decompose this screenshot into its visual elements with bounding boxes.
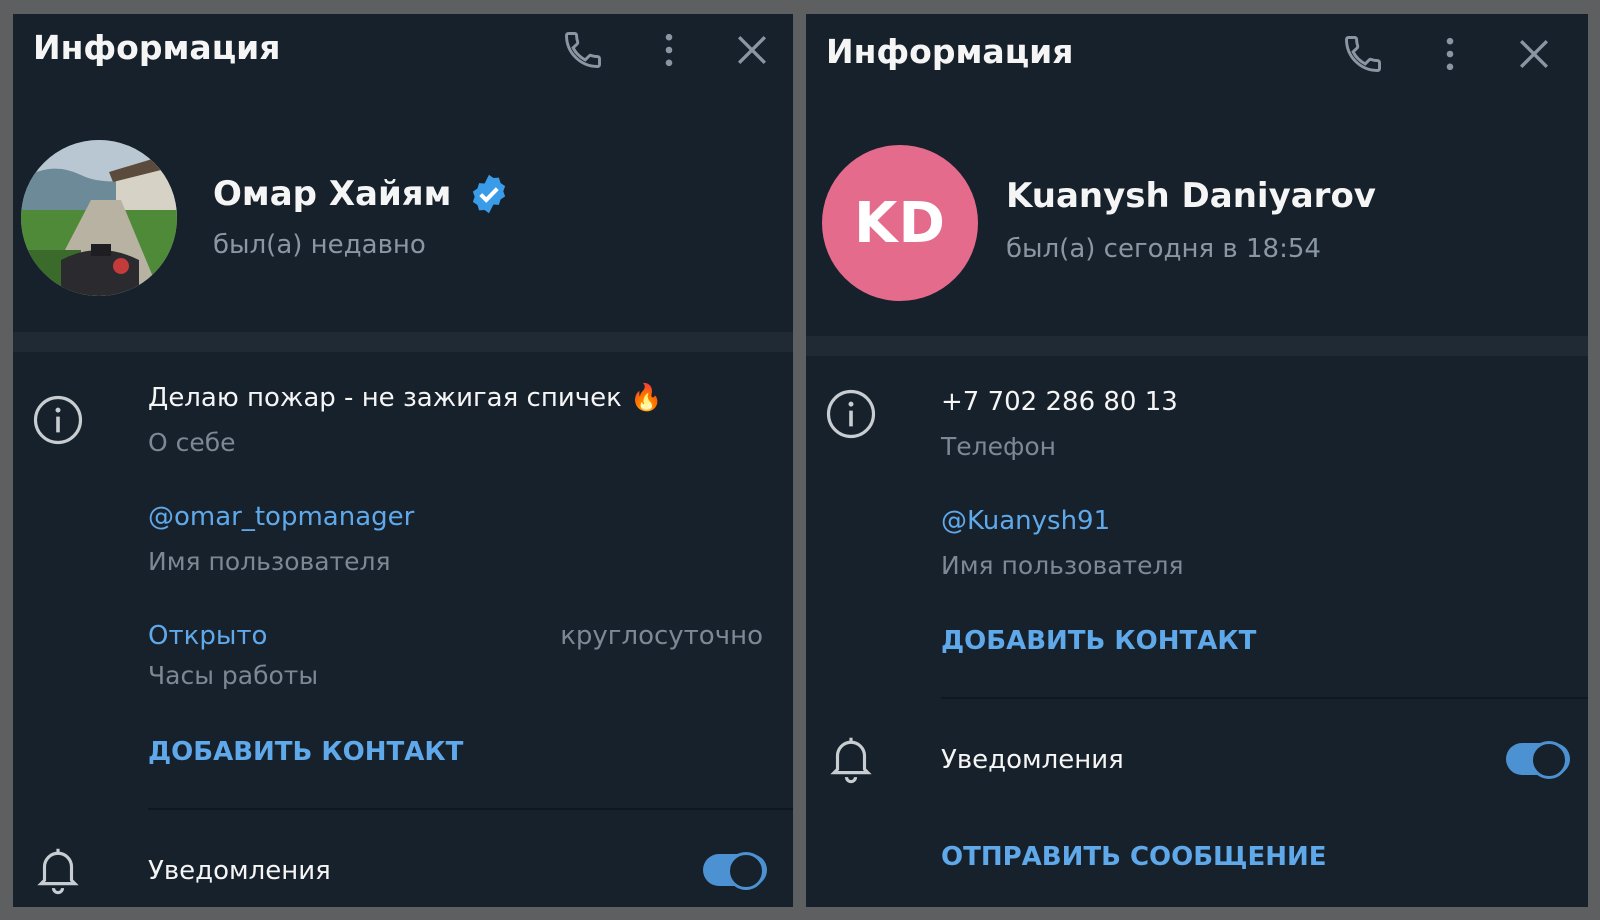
avatar[interactable]	[21, 140, 177, 296]
profile-name-text: Kuanysh Daniyarov	[1006, 176, 1376, 216]
panel-title: Информация	[826, 32, 1074, 71]
divider	[941, 697, 1588, 699]
verified-icon	[473, 174, 506, 214]
close-icon[interactable]	[1512, 32, 1556, 76]
phone-label: Телефон	[941, 432, 1057, 461]
section-separator	[13, 332, 793, 352]
section-separator	[806, 336, 1588, 356]
notifications-toggle[interactable]	[703, 852, 767, 890]
business-hours-label: Часы работы	[148, 661, 319, 690]
phone-icon[interactable]	[561, 28, 605, 72]
notifications-label: Уведомления	[941, 745, 1124, 775]
bell-icon	[31, 842, 85, 896]
username-link[interactable]: @omar_topmanager	[148, 502, 414, 532]
last-seen-status: был(а) недавно	[213, 230, 426, 260]
panel-title: Информация	[33, 28, 281, 67]
divider	[148, 808, 793, 810]
phone-number[interactable]: +7 702 286 80 13	[941, 387, 1178, 417]
close-icon[interactable]	[730, 28, 774, 72]
profile-name: Омар Хайям	[213, 172, 511, 216]
more-vertical-icon[interactable]	[647, 28, 691, 72]
business-hours-value: круглосуточно	[560, 621, 763, 651]
username-label: Имя пользователя	[148, 547, 391, 576]
profile-info-panel-right: Информация KD Kuanysh Daniyarov был(а) с…	[806, 14, 1588, 907]
bio-label: О себе	[148, 428, 236, 457]
phone-icon[interactable]	[1341, 32, 1385, 76]
add-contact-button[interactable]: ДОБАВИТЬ КОНТАКТ	[148, 737, 463, 767]
profile-info-panel-left: Информация Омар Хайям был(а) недавно Дел…	[13, 14, 793, 907]
bell-icon	[824, 731, 878, 785]
profile-name: Kuanysh Daniyarov	[1006, 176, 1376, 216]
last-seen-status: был(а) сегодня в 18:54	[1006, 234, 1321, 264]
notifications-toggle[interactable]	[1506, 741, 1570, 779]
info-icon	[31, 393, 85, 447]
business-hours-status[interactable]: Открыто	[148, 621, 267, 651]
bio-text: Делаю пожар - не зажигая спичек 🔥	[148, 383, 663, 413]
send-message-button[interactable]: ОТПРАВИТЬ СООБЩЕНИЕ	[941, 842, 1327, 872]
add-contact-button[interactable]: ДОБАВИТЬ КОНТАКТ	[941, 626, 1256, 656]
notifications-label: Уведомления	[148, 856, 331, 886]
info-icon	[824, 387, 878, 441]
avatar[interactable]: KD	[822, 145, 978, 301]
username-link[interactable]: @Kuanysh91	[941, 506, 1110, 536]
profile-name-text: Омар Хайям	[213, 174, 452, 214]
more-vertical-icon[interactable]	[1428, 32, 1472, 76]
username-label: Имя пользователя	[941, 551, 1184, 580]
